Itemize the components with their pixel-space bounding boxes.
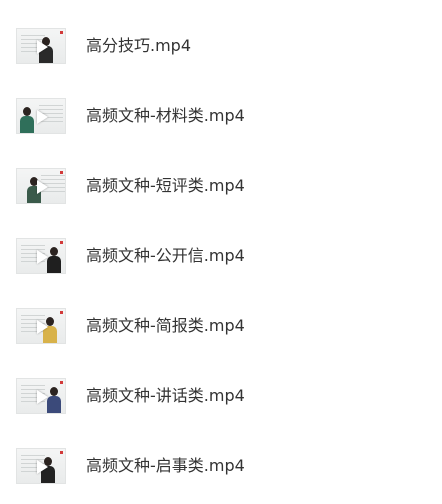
file-item[interactable]: 高频文种-简报类.mp4: [0, 301, 442, 351]
play-icon: [37, 390, 48, 404]
play-icon: [37, 40, 48, 54]
file-item[interactable]: 高频文种-启事类.mp4: [0, 441, 442, 491]
video-thumbnail-icon: [16, 308, 66, 344]
file-name: 高频文种-简报类.mp4: [86, 316, 245, 335]
video-thumbnail-icon: [16, 378, 66, 414]
file-item[interactable]: 高频文种-公开信.mp4: [0, 231, 442, 281]
video-thumbnail-icon: [16, 238, 66, 274]
file-name: 高频文种-启事类.mp4: [86, 456, 245, 475]
play-icon: [37, 320, 48, 334]
file-item[interactable]: 高频文种-短评类.mp4: [0, 161, 442, 211]
play-icon: [37, 180, 48, 194]
play-icon: [37, 460, 48, 474]
file-name: 高分技巧.mp4: [86, 36, 192, 55]
file-name: 高频文种-讲话类.mp4: [86, 386, 245, 405]
video-thumbnail-icon: [16, 448, 66, 484]
video-thumbnail-icon: [16, 28, 66, 64]
file-item[interactable]: 高分技巧.mp4: [0, 21, 442, 71]
play-icon: [37, 250, 48, 264]
video-thumbnail-icon: [16, 168, 66, 204]
play-icon: [37, 110, 48, 124]
file-item[interactable]: 高频文种-材料类.mp4: [0, 91, 442, 141]
file-list: 高分技巧.mp4 高频文种-材料类.mp4 高频文种-短评类.mp4 高频文种-…: [0, 0, 442, 504]
file-name: 高频文种-短评类.mp4: [86, 176, 245, 195]
video-thumbnail-icon: [16, 98, 66, 134]
file-item[interactable]: 高频文种-讲话类.mp4: [0, 371, 442, 421]
file-name: 高频文种-公开信.mp4: [86, 246, 245, 265]
file-name: 高频文种-材料类.mp4: [86, 106, 245, 125]
